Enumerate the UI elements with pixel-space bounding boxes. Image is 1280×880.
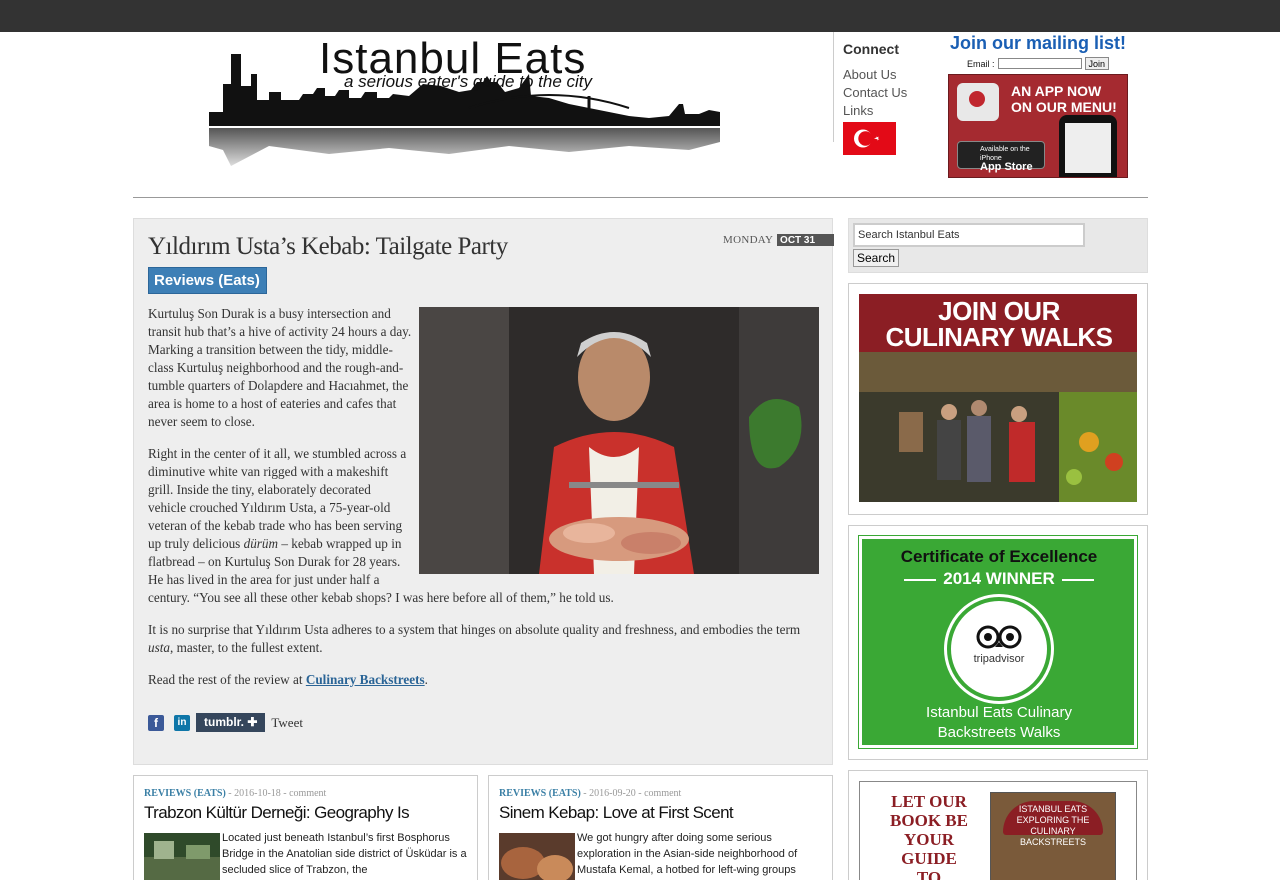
teaser-thumbnail[interactable] (499, 833, 575, 880)
tripadvisor-label: tripadvisor (973, 653, 1025, 665)
map-pin-icon (957, 83, 999, 121)
app-store-badge[interactable]: Available on the iPhone App Store (957, 141, 1045, 173)
search-button[interactable]: Search (853, 249, 900, 267)
site-header: Istanbul Eats a serious eater's guide to… (133, 32, 1148, 198)
top-bar (0, 0, 1280, 32)
tweet-link[interactable]: Tweet (271, 715, 303, 731)
facebook-icon[interactable]: f (148, 714, 164, 731)
turkish-flag-icon[interactable] (843, 122, 896, 155)
site-logo[interactable]: Istanbul Eats a serious eater's guide to… (209, 34, 720, 174)
teaser-meta: REVIEWS (EATS) - 2016-09-20 - comment (499, 788, 822, 799)
mailing-list-form: Join our mailing list! Email : Join (948, 32, 1128, 70)
cert-footer-line2: Backstreets Walks (937, 724, 1061, 741)
teaser-comment-link[interactable]: comment (644, 788, 681, 799)
app-ad-text: AN APP NOW ON OUR MENU! (1011, 83, 1117, 115)
article-body: Kurtuluş Son Durak is a busy intersectio… (148, 305, 820, 703)
culinary-backstreets-link[interactable]: Culinary Backstreets (306, 672, 425, 687)
book-cover: ISTANBUL EATS EXPLORING THE CULINARY BAC… (990, 792, 1116, 880)
teaser-thumbnail[interactable] (144, 833, 220, 880)
links-link[interactable]: Links (843, 102, 933, 120)
article-paragraph: Read the rest of the review at Culinary … (148, 672, 428, 687)
app-ad-line2: ON OUR MENU! (1011, 99, 1117, 115)
teaser-excerpt: We got hungry after doing some serious e… (577, 832, 798, 876)
article-title[interactable]: Yıldırım Usta’s Kebab: Tailgate Party (148, 233, 508, 261)
teaser-category[interactable]: REVIEWS (EATS) (144, 788, 226, 799)
walks-line2: CULINARY WALKS (885, 322, 1114, 352)
cert-year: 2014 WINNER (943, 569, 1055, 588)
teaser-title[interactable]: Sinem Kebap: Love at First Scent (499, 803, 822, 823)
article-paragraph: It is no surprise that Yıldırım Usta adh… (148, 622, 801, 655)
tripadvisor-certificate[interactable]: Certificate of Excellence 2014 WINNER tr… (848, 525, 1148, 760)
store-small-text: Available on the iPhone (980, 146, 1030, 162)
category-badge[interactable]: Reviews (Eats) (148, 267, 267, 294)
store-big-text: App Store (980, 161, 1033, 173)
teaser-comment-link[interactable]: comment (289, 788, 326, 799)
teaser-title[interactable]: Trabzon Kültür Derneği: Geography Is (144, 803, 467, 823)
tripadvisor-seal: tripadvisor (944, 594, 1054, 704)
about-us-link[interactable]: About Us (843, 66, 933, 84)
sidebar-search: Search (848, 218, 1148, 273)
article-teaser: REVIEWS (EATS) - 2016-09-20 - comment Si… (488, 775, 833, 880)
market-photo (859, 352, 1137, 502)
contact-us-link[interactable]: Contact Us (843, 84, 933, 102)
teaser-date: - 2016-10-18 - (225, 788, 290, 799)
teaser-excerpt: Located just beneath Istanbul’s first Bo… (222, 832, 467, 876)
article-day: MONDAY (723, 234, 774, 246)
date-badge: OCT 31 (777, 234, 835, 246)
book-ad[interactable]: LET OUR BOOK BE YOUR GUIDE TO ISTANBUL I… (848, 770, 1148, 880)
featured-article: Yıldırım Usta’s Kebab: Tailgate Party MO… (133, 218, 835, 765)
cert-divider (1062, 579, 1094, 581)
mailing-title: Join our mailing list! (949, 33, 1126, 53)
article-teaser: REVIEWS (EATS) - 2016-10-18 - comment Tr… (133, 775, 478, 880)
teaser-category[interactable]: REVIEWS (EATS) (499, 788, 581, 799)
article-date: MONDAY OCT 31 (723, 234, 835, 246)
connect-title: Connect (843, 41, 899, 57)
join-button[interactable]: Join (1084, 57, 1110, 70)
walks-heading: JOIN OUR CULINARY WALKS (859, 294, 1137, 352)
walks-line1: JOIN OUR (938, 296, 1060, 326)
share-bar: f in tumblr. ✚ Tweet (148, 713, 303, 732)
email-field[interactable] (997, 58, 1082, 69)
book-ad-text: LET OUR BOOK BE YOUR GUIDE TO ISTANBUL (890, 792, 968, 880)
book-banner[interactable]: LET OUR BOOK BE YOUR GUIDE TO ISTANBUL I… (859, 781, 1137, 880)
teaser-meta: REVIEWS (EATS) - 2016-10-18 - comment (144, 788, 467, 799)
logo-tagline: a serious eater's guide to the city (344, 72, 592, 91)
connect-panel: Connect About Us Contact Us Links (833, 32, 933, 155)
cert-footer-line1: Istanbul Eats Culinary (926, 704, 1072, 721)
culinary-walks-ad[interactable]: JOIN OUR CULINARY WALKS (848, 283, 1148, 515)
app-ad-line1: AN APP NOW (1011, 83, 1102, 99)
teaser-date: - 2016-09-20 - (580, 788, 645, 799)
certificate-badge[interactable]: Certificate of Excellence 2014 WINNER tr… (858, 535, 1138, 749)
search-input[interactable] (853, 223, 1085, 247)
app-store-ad[interactable]: AN APP NOW ON OUR MENU! Available on the… (948, 74, 1128, 178)
book-cover-title: ISTANBUL EATS EXPLORING THE CULINARY BAC… (1003, 801, 1103, 847)
linkedin-icon[interactable]: in (174, 714, 190, 731)
walks-banner[interactable]: JOIN OUR CULINARY WALKS (859, 294, 1137, 502)
cert-footer: Istanbul Eats Culinary Backstreets Walks (862, 703, 1134, 743)
tumblr-button[interactable]: tumblr. ✚ (196, 713, 266, 732)
phone-icon (1059, 115, 1117, 177)
email-label: Email : (966, 58, 995, 69)
cert-title: Certificate of Excellence (900, 547, 1098, 566)
owl-icon (976, 625, 1022, 649)
